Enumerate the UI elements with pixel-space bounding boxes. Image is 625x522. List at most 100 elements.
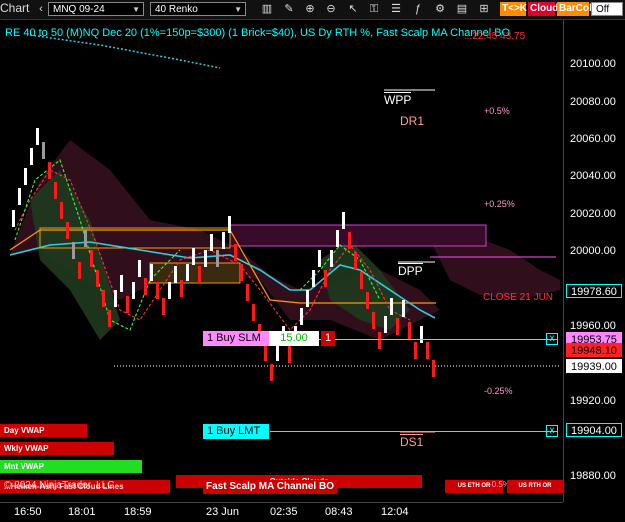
price-tick: 20080.00 bbox=[570, 96, 616, 108]
pct-05-label: +0.5% bbox=[484, 106, 510, 116]
renko-brick bbox=[114, 290, 117, 307]
renko-brick bbox=[168, 282, 171, 299]
renko-brick bbox=[252, 304, 255, 321]
chart-toolbar: Chart ‹ MNQ 09-24 ▼ 40 Renko ▼ ▥ ✎ ⊕ ⊖ ↖ ⚿… bbox=[0, 0, 625, 20]
renko-brick bbox=[300, 308, 303, 325]
renko-brick bbox=[126, 296, 129, 313]
instrument-selector[interactable]: MNQ 09-24 ▼ bbox=[48, 2, 144, 16]
close-21jun-label: CLOSE 21 JUN bbox=[483, 292, 554, 303]
renko-brick bbox=[318, 250, 321, 267]
template-icon[interactable]: ▤ bbox=[455, 2, 469, 16]
renko-brick bbox=[24, 168, 27, 185]
renko-brick bbox=[402, 300, 405, 317]
time-tick: 18:01 bbox=[68, 506, 96, 518]
us-rth-or-bar: US RTH OR bbox=[507, 480, 563, 493]
renko-brick bbox=[342, 212, 345, 229]
indicators-icon[interactable]: ƒ bbox=[411, 2, 425, 16]
wkly-vwap-bar: Wkly VWAP bbox=[0, 442, 114, 455]
bars-icon[interactable]: ▥ bbox=[260, 2, 274, 16]
renko-brick bbox=[312, 270, 315, 287]
pct-neg025-label: -0.25% bbox=[484, 386, 513, 396]
price-tick: 20040.00 bbox=[570, 170, 616, 182]
price-tick: 19920.00 bbox=[570, 395, 616, 407]
barcol-button[interactable]: BarCol bbox=[557, 2, 592, 16]
current-price-tag: 19939.00 bbox=[566, 359, 622, 373]
chart-trader-icon[interactable]: ⊞ bbox=[477, 2, 491, 16]
renko-brick bbox=[414, 342, 417, 359]
renko-brick bbox=[432, 360, 435, 377]
renko-brick bbox=[138, 260, 141, 277]
renko-brick bbox=[48, 162, 51, 179]
buy-slm-qty[interactable]: 1 bbox=[321, 331, 335, 346]
ds1-label: DS1 bbox=[400, 434, 424, 449]
last-price-tag: 19948.10 bbox=[566, 343, 622, 357]
chart-label: Chart bbox=[0, 1, 30, 15]
toggle-value: Off bbox=[596, 4, 610, 15]
renko-brick bbox=[96, 270, 99, 287]
resistance-zone bbox=[229, 224, 487, 247]
close-order-icon[interactable]: x bbox=[546, 425, 558, 437]
time-tick: 08:43 bbox=[325, 506, 353, 518]
renko-brick bbox=[336, 230, 339, 247]
renko-brick bbox=[270, 364, 273, 381]
price-tick: 20000.00 bbox=[570, 245, 616, 257]
time-axis[interactable]: 16:50 18:01 18:59 23 Jun 02:35 08:43 12:… bbox=[0, 502, 563, 522]
pencil-icon[interactable]: ✎ bbox=[282, 2, 296, 16]
properties-icon[interactable]: ☰ bbox=[389, 2, 403, 16]
wpp-label: WPP bbox=[384, 92, 412, 107]
day-vwap-bar: Day VWAP bbox=[0, 424, 87, 437]
price-tick: 19960.00 bbox=[570, 320, 616, 332]
buy-lmt-line[interactable] bbox=[270, 431, 558, 432]
renko-brick bbox=[420, 326, 423, 343]
buy-slm-order-label[interactable]: 1 Buy SLM bbox=[203, 331, 269, 346]
buy-slm-price-field[interactable]: 15.00 bbox=[269, 331, 319, 346]
cloud-button[interactable]: Cloud bbox=[528, 2, 558, 16]
lock-icon[interactable]: ⚿ bbox=[367, 2, 381, 16]
instrument-value: MNQ 09-24 bbox=[53, 4, 105, 15]
price-axis[interactable]: 20100.00 20080.00 20060.00 20040.00 2002… bbox=[563, 20, 625, 502]
renko-brick bbox=[324, 270, 327, 287]
renko-brick bbox=[30, 148, 33, 165]
bar-type-selector[interactable]: 40 Renko ▼ bbox=[150, 2, 246, 16]
renko-brick bbox=[210, 234, 213, 251]
zoom-in-icon[interactable]: ⊕ bbox=[303, 2, 317, 16]
renko-brick bbox=[264, 344, 267, 361]
strategy-label: Fast Scalp MA Channel BO bbox=[203, 480, 337, 494]
renko-brick bbox=[66, 222, 69, 239]
renko-brick bbox=[306, 290, 309, 307]
renko-brick bbox=[348, 232, 351, 249]
time-tick: 23 Jun bbox=[206, 506, 240, 518]
renko-brick bbox=[372, 312, 375, 329]
renko-brick bbox=[216, 250, 219, 267]
strategies-icon[interactable]: ⚙ bbox=[433, 2, 447, 16]
renko-brick bbox=[384, 316, 387, 333]
renko-brick bbox=[198, 266, 201, 283]
renko-brick bbox=[132, 282, 135, 299]
renko-brick bbox=[18, 188, 21, 205]
renko-brick bbox=[354, 252, 357, 269]
time-tick: 12:04 bbox=[381, 506, 409, 518]
renko-brick bbox=[54, 182, 57, 199]
toggle-selector[interactable]: Off bbox=[591, 2, 623, 16]
tk-button[interactable]: T<>K bbox=[500, 2, 527, 16]
mnt-vwap-bar: Mnt VWAP bbox=[0, 460, 142, 473]
renko-brick bbox=[150, 264, 153, 281]
cyan-dashed-line bbox=[29, 34, 221, 69]
price-tick: 20060.00 bbox=[570, 133, 616, 145]
lmt-price-tag: 19904.00 bbox=[566, 423, 622, 437]
renko-brick bbox=[192, 248, 195, 265]
renko-brick bbox=[408, 322, 411, 339]
renko-brick bbox=[234, 244, 237, 261]
chevron-left-icon[interactable]: ‹ bbox=[34, 2, 48, 16]
renko-brick bbox=[84, 230, 87, 247]
renko-brick bbox=[60, 202, 63, 219]
renko-brick bbox=[246, 284, 249, 301]
bar-type-value: 40 Renko bbox=[155, 4, 198, 15]
buy-lmt-order-label[interactable]: 1 Buy LMT bbox=[203, 424, 269, 439]
channel-box bbox=[149, 262, 241, 284]
close-order-icon[interactable]: x bbox=[546, 333, 558, 345]
renko-brick bbox=[288, 346, 291, 363]
zoom-out-icon[interactable]: ⊖ bbox=[324, 2, 338, 16]
pointer-icon[interactable]: ↖ bbox=[346, 2, 360, 16]
renko-brick bbox=[366, 292, 369, 309]
